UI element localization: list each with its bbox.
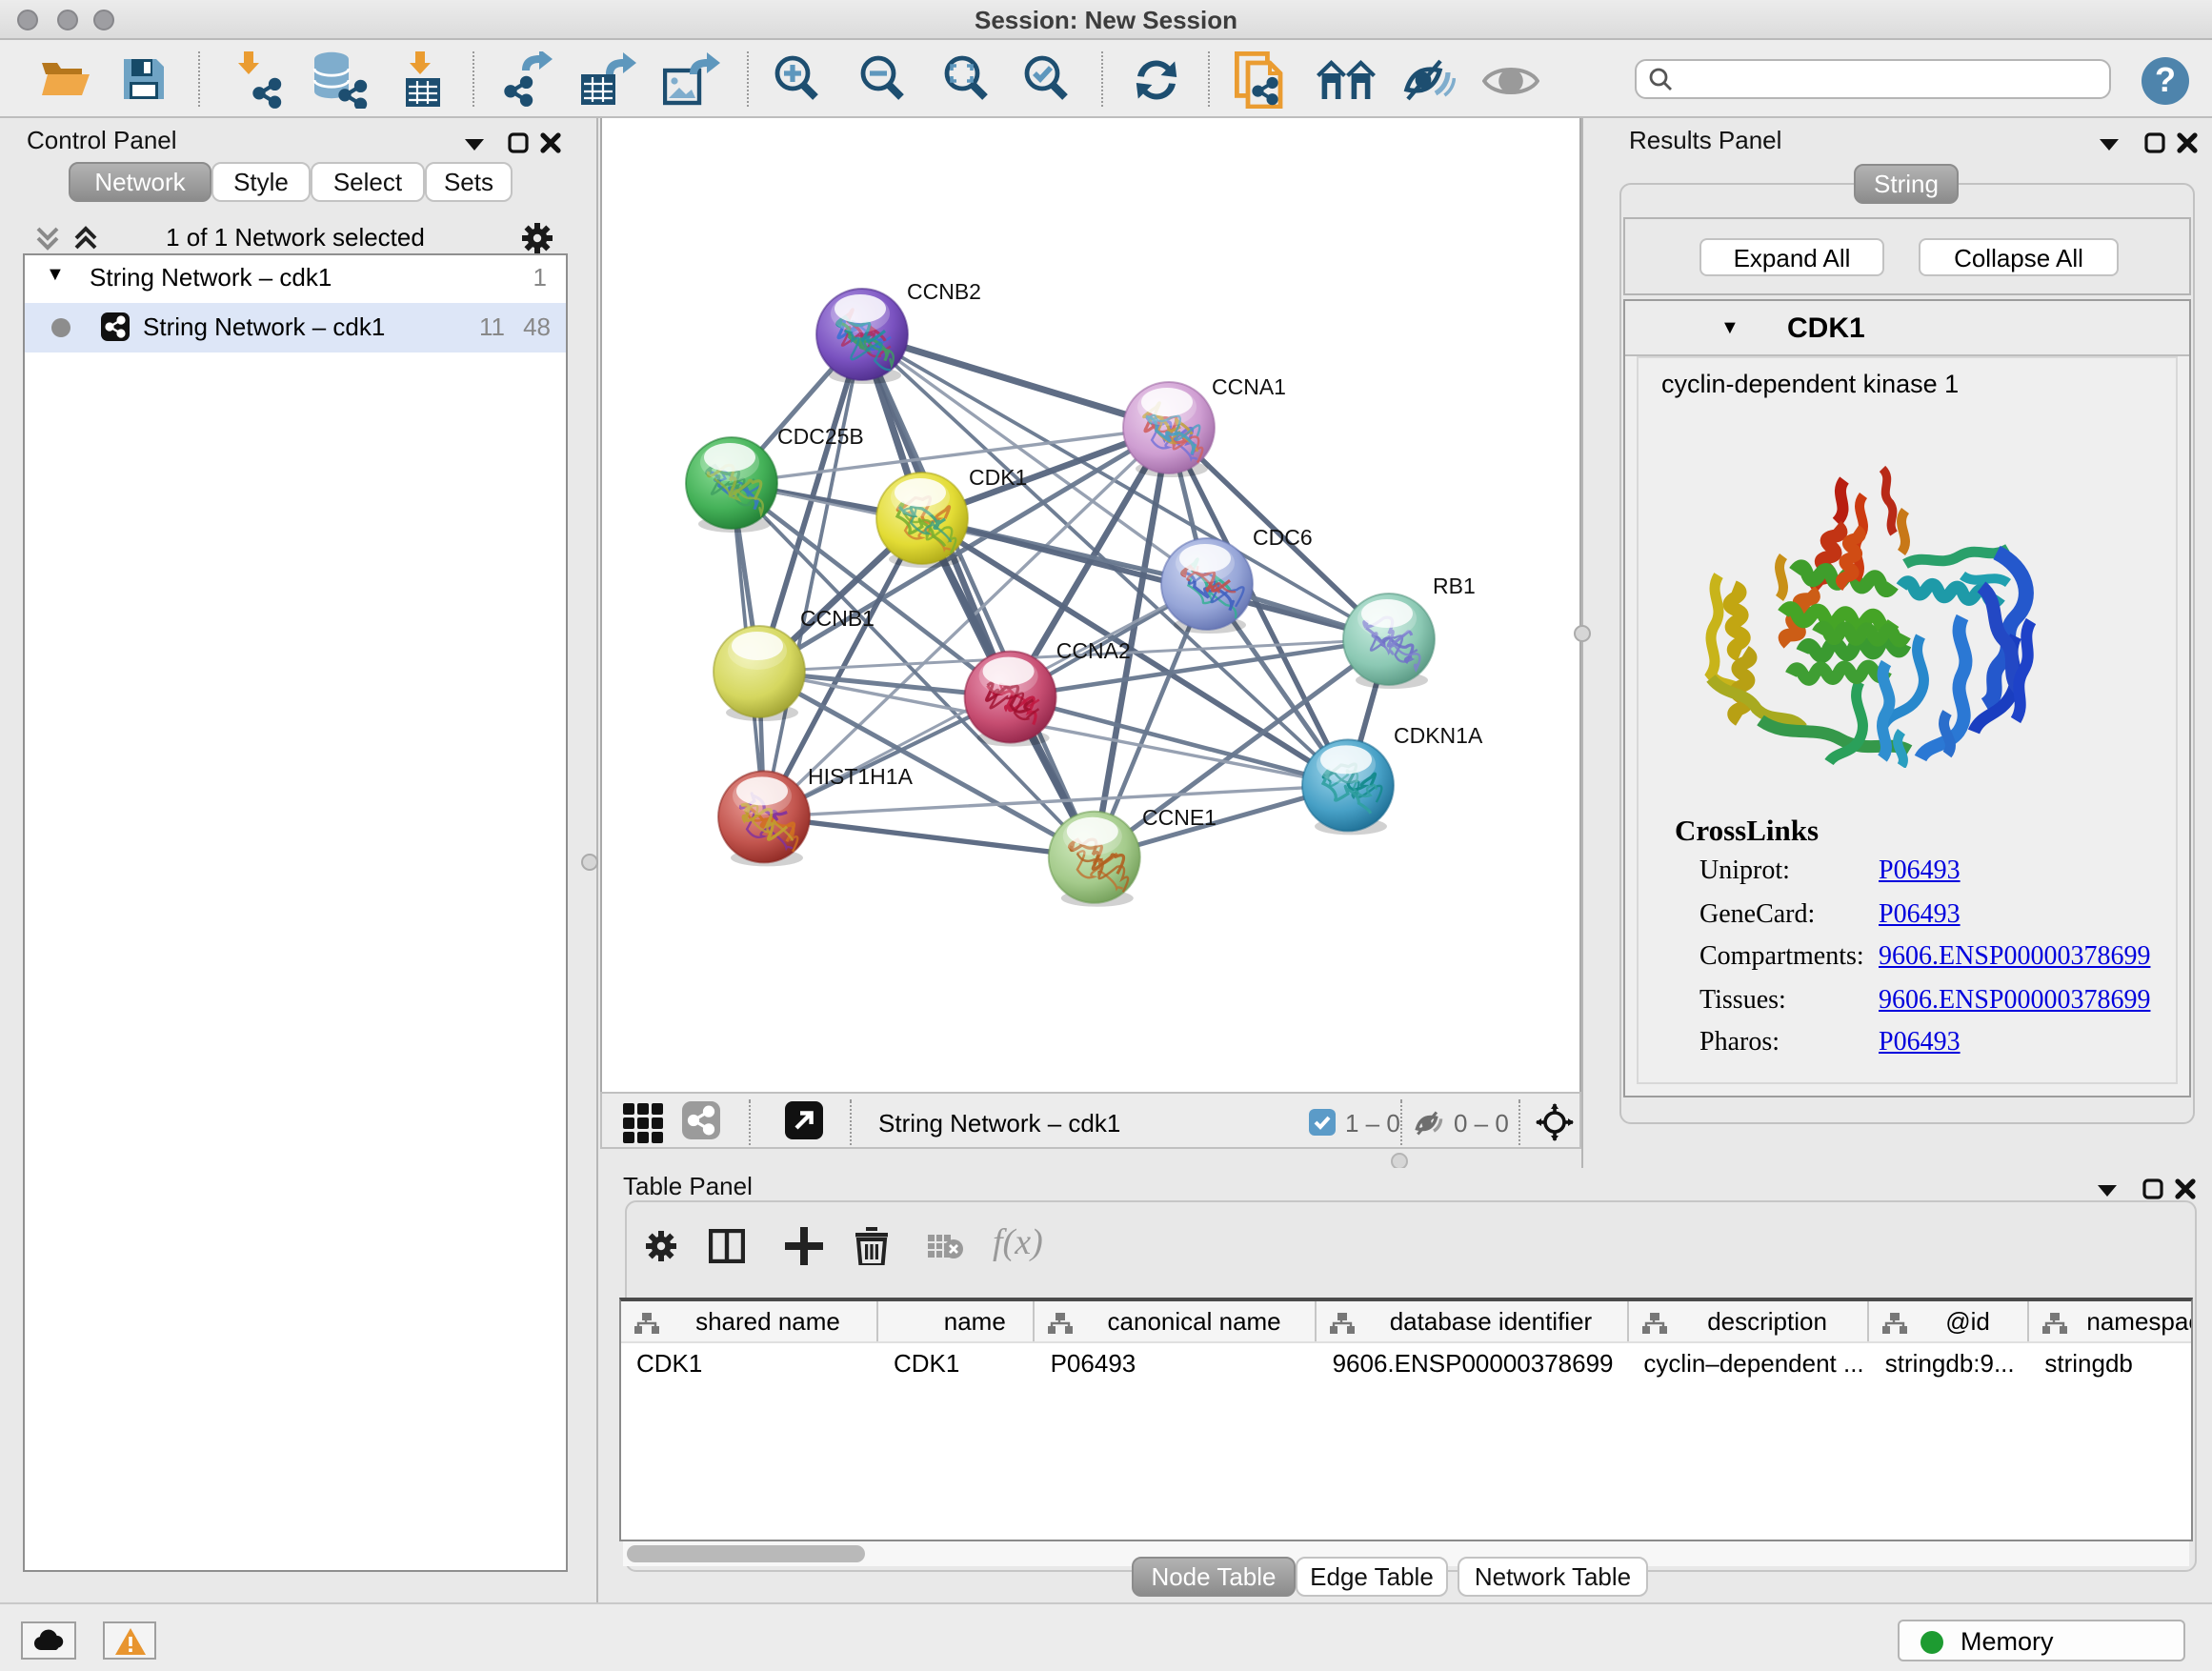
svg-text:CDC6: CDC6 bbox=[1253, 525, 1313, 550]
svg-text:CCNA2: CCNA2 bbox=[1056, 638, 1131, 663]
svg-text:CCNA1: CCNA1 bbox=[1212, 374, 1286, 399]
svg-text:RB1: RB1 bbox=[1433, 574, 1476, 598]
svg-text:CCNB2: CCNB2 bbox=[907, 279, 981, 304]
svg-text:CDK1: CDK1 bbox=[969, 465, 1027, 490]
svg-text:CCNB1: CCNB1 bbox=[800, 606, 875, 631]
svg-text:HIST1H1A: HIST1H1A bbox=[808, 764, 914, 789]
svg-text:CDC25B: CDC25B bbox=[777, 424, 864, 449]
svg-text:CDKN1A: CDKN1A bbox=[1394, 723, 1483, 748]
svg-text:CCNE1: CCNE1 bbox=[1142, 805, 1217, 830]
